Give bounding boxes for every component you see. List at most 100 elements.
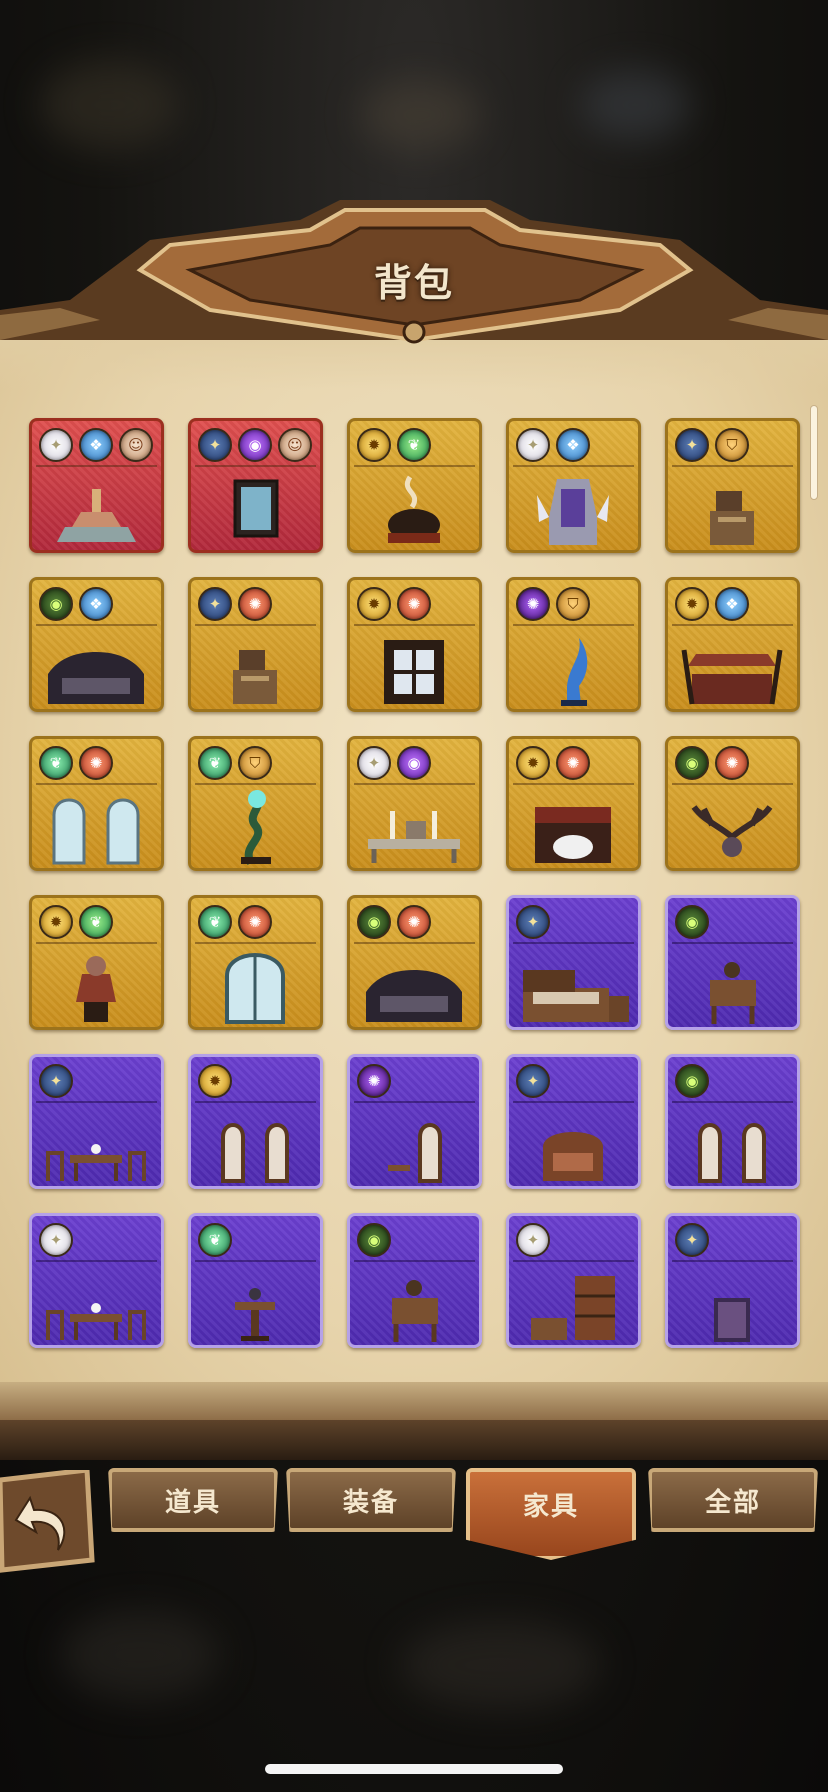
yellow-badge-icon: ✹ <box>675 587 709 621</box>
furniture-item[interactable]: ◉ ✺ <box>665 736 800 871</box>
canopy-bed-icon <box>681 649 783 705</box>
furniture-item[interactable]: ◉ <box>665 1054 800 1189</box>
attribute-badges: ✹ <box>198 1064 232 1098</box>
armchair-icon <box>543 1132 603 1181</box>
tab-items[interactable]: 道具 <box>108 1468 278 1532</box>
page-title: 背包 <box>373 261 454 305</box>
background-blur <box>360 80 480 150</box>
dining-set-icon <box>46 1144 146 1181</box>
attribute-badges: ✹ ❦ <box>357 428 431 462</box>
attribute-badges: ✦ <box>516 1064 550 1098</box>
attribute-badges: ◉ ✺ <box>675 746 749 780</box>
furniture-item[interactable]: ❦ <box>188 1213 323 1348</box>
side-table-icon <box>710 962 756 1024</box>
attribute-badges: ✺ <box>357 1064 391 1098</box>
white-badge-icon: ✦ <box>39 1223 73 1257</box>
furniture-item[interactable]: ✹ ❖ <box>665 577 800 712</box>
furniture-item[interactable]: ◉ ❖ <box>29 577 164 712</box>
mirror-icon <box>714 1298 750 1342</box>
furniture-item[interactable]: ✦ ◉ ☺ <box>188 418 323 553</box>
yellow-badge-icon: ✹ <box>357 587 391 621</box>
furniture-item[interactable]: ✺ ⛉ <box>506 577 641 712</box>
eye-badge-icon: ◉ <box>357 905 391 939</box>
white-badge-icon: ✦ <box>516 1223 550 1257</box>
furniture-item[interactable]: ✹ ✺ <box>347 577 482 712</box>
attribute-badges: ✦ <box>39 1064 73 1098</box>
star-badge-icon: ✦ <box>39 1064 73 1098</box>
eye-badge-icon: ◉ <box>675 905 709 939</box>
attribute-badges: ✦ <box>516 905 550 939</box>
cauldron-icon <box>388 475 440 543</box>
panel-bottom-edge <box>0 1382 828 1422</box>
eye-badge-icon: ◉ <box>675 1064 709 1098</box>
star-badge-icon: ✦ <box>675 1223 709 1257</box>
furniture-item[interactable]: ✦ ❖ ☺ <box>29 418 164 553</box>
furniture-item[interactable]: ✹ ✺ <box>506 736 641 871</box>
arched-windows-icon <box>52 798 140 865</box>
shield-badge-icon: ⛉ <box>715 428 749 462</box>
furniture-item[interactable]: ✦ <box>506 1054 641 1189</box>
home-indicator[interactable] <box>265 1764 563 1774</box>
panel-header: 背包 <box>0 200 828 360</box>
shield-badge-icon: ⛉ <box>238 746 272 780</box>
furniture-item[interactable]: ✦ ◉ <box>347 736 482 871</box>
furniture-item[interactable]: ✦ ❖ <box>506 418 641 553</box>
white-badge-icon: ✦ <box>39 428 73 462</box>
blue-badge-icon: ❖ <box>79 587 113 621</box>
tab-equipment[interactable]: 装备 <box>286 1468 456 1532</box>
furniture-item[interactable]: ❦ ✺ <box>188 895 323 1030</box>
furniture-item[interactable]: ✹ ❦ <box>347 418 482 553</box>
windows-icon <box>698 1123 766 1183</box>
violet-badge-icon: ◉ <box>238 428 272 462</box>
furniture-item[interactable]: ✦ <box>506 1213 641 1348</box>
sofa-icon <box>366 970 462 1022</box>
desk-icon <box>710 491 754 545</box>
background-blur <box>580 70 690 140</box>
furniture-item[interactable]: ✦ ✺ <box>188 577 323 712</box>
spiral-badge-icon: ✺ <box>516 587 550 621</box>
leaf-badge-icon: ❦ <box>198 746 232 780</box>
yellow-badge-icon: ✹ <box>198 1064 232 1098</box>
panel-base <box>0 1420 828 1460</box>
portrait-badge-icon: ☺ <box>278 428 312 462</box>
blue-badge-icon: ❖ <box>715 587 749 621</box>
statue-icon <box>561 638 588 706</box>
attribute-badges: ✦ ❖ ☺ <box>39 428 153 462</box>
furniture-item[interactable]: ✦ ⛉ <box>665 418 800 553</box>
bust-icon <box>76 956 116 1022</box>
orange-badge-icon: ✺ <box>397 905 431 939</box>
candle-table-icon <box>368 811 460 863</box>
furniture-item[interactable]: ✦ <box>29 1213 164 1348</box>
attribute-badges: ✺ ⛉ <box>516 587 590 621</box>
tab-furniture[interactable]: 家具 <box>466 1468 636 1560</box>
attribute-badges: ✹ ❦ <box>39 905 113 939</box>
furniture-item[interactable]: ❦ ⛉ <box>188 736 323 871</box>
background-blur <box>60 1610 220 1700</box>
attribute-badges: ✦ ◉ ☺ <box>198 428 312 462</box>
furniture-item[interactable]: ✹ <box>188 1054 323 1189</box>
furniture-item[interactable]: ✦ <box>506 895 641 1030</box>
furniture-item[interactable]: ✦ <box>29 1054 164 1189</box>
attribute-badges: ◉ ❖ <box>39 587 113 621</box>
attribute-badges: ❦ ✺ <box>198 905 272 939</box>
furniture-item[interactable]: ◉ <box>665 895 800 1030</box>
furniture-item[interactable]: ✺ <box>347 1054 482 1189</box>
tab-all[interactable]: 全部 <box>648 1468 818 1532</box>
furniture-item[interactable]: ✦ <box>665 1213 800 1348</box>
furniture-item[interactable]: ◉ ✺ <box>347 895 482 1030</box>
back-button[interactable] <box>0 1467 97 1575</box>
attribute-badges: ✦ ❖ <box>516 428 590 462</box>
scrollbar[interactable] <box>810 405 818 500</box>
attribute-badges: ✦ ✺ <box>198 587 272 621</box>
orange-badge-icon: ✺ <box>238 587 272 621</box>
orange-badge-icon: ✺ <box>397 587 431 621</box>
furniture-item[interactable]: ◉ <box>347 1213 482 1348</box>
white-badge-icon: ✦ <box>516 428 550 462</box>
pedestal-icon <box>235 1288 275 1341</box>
orange-badge-icon: ✺ <box>238 905 272 939</box>
furniture-item[interactable]: ✹ ❦ <box>29 895 164 1030</box>
throne-icon <box>537 479 609 545</box>
back-arrow-icon <box>0 1467 95 1573</box>
bed-icon <box>523 970 629 1022</box>
furniture-item[interactable]: ❦ ✺ <box>29 736 164 871</box>
